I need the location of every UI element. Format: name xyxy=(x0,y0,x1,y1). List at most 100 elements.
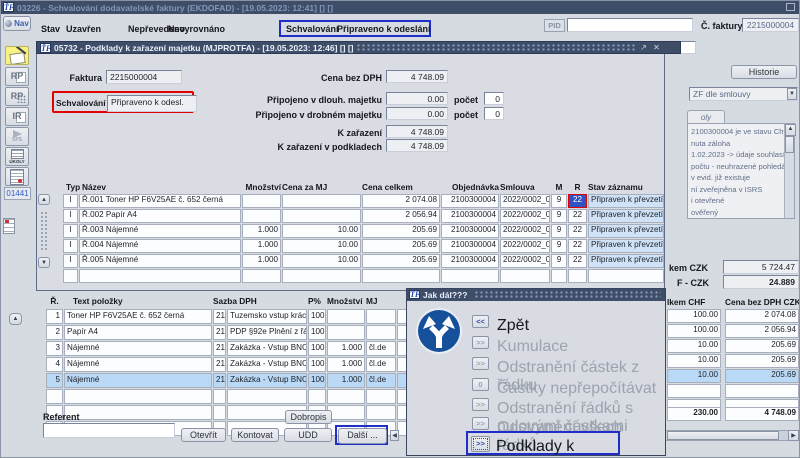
cell-empty[interactable] xyxy=(362,269,440,283)
cell[interactable]: 10.00 xyxy=(667,339,721,353)
nav-button[interactable]: Nav xyxy=(3,16,31,31)
cell[interactable]: 10.00 xyxy=(667,354,721,368)
cell[interactable]: 9 xyxy=(551,239,567,253)
cell[interactable]: 2 056.94 xyxy=(725,324,799,338)
cell[interactable]: Připraven k převzetí xyxy=(588,254,664,268)
cell-selected[interactable]: 5 xyxy=(46,373,63,388)
cell-empty[interactable] xyxy=(63,269,78,283)
cell[interactable] xyxy=(282,194,361,208)
scroll-right-icon[interactable]: ▶ xyxy=(788,430,799,441)
cell[interactable]: 2022/0002_01 xyxy=(500,194,550,208)
cell[interactable]: 2022/0002_01 xyxy=(500,224,550,238)
listbox-scrollbar[interactable]: ▲ xyxy=(784,124,794,218)
cell-empty[interactable] xyxy=(568,269,587,283)
rp-page-icon[interactable]: RP xyxy=(5,67,29,86)
cell[interactable]: 21 xyxy=(213,357,226,372)
back-button[interactable]: << xyxy=(472,315,489,328)
cell[interactable] xyxy=(327,325,365,340)
cell[interactable]: 1.000 xyxy=(242,239,281,253)
cell-empty[interactable] xyxy=(227,389,307,404)
podklady-button[interactable]: >> xyxy=(471,436,490,452)
cell-empty[interactable] xyxy=(308,389,326,404)
cell[interactable]: Ř.002 Papír A4 xyxy=(79,209,241,223)
cell-selected[interactable]: čl.de xyxy=(366,373,396,388)
cell-selected[interactable]: Zakázka - Vstup BNO xyxy=(227,373,307,388)
cell[interactable]: I xyxy=(63,254,78,268)
cell-empty[interactable] xyxy=(366,405,396,420)
cell-empty[interactable] xyxy=(327,389,365,404)
cell[interactable]: I xyxy=(63,239,78,253)
cell[interactable]: Nájemné xyxy=(64,357,212,372)
cell-empty[interactable] xyxy=(441,269,499,283)
odstraneni-vsech-button[interactable]: >> xyxy=(472,417,489,430)
cell[interactable]: Ř.004 Nájemné xyxy=(79,239,241,253)
cell-selected[interactable]: 21 xyxy=(213,373,226,388)
kontovat-button[interactable]: Kontovat xyxy=(231,428,279,442)
cell[interactable]: 1 xyxy=(46,309,63,324)
cell[interactable]: Ř.001 Toner HP F6V25AE č. 652 černá xyxy=(79,194,241,208)
cell[interactable]: 205.69 xyxy=(725,339,799,353)
cell-selected[interactable]: 205.69 xyxy=(725,369,799,383)
restore-icon[interactable]: ↗ xyxy=(638,42,649,53)
cell[interactable]: 100 xyxy=(308,341,326,356)
cell[interactable] xyxy=(366,325,396,340)
cell-selected[interactable]: 100 xyxy=(308,373,326,388)
cell[interactable]: PDP §92e Plnění z řádi xyxy=(227,325,307,340)
cell[interactable]: 205.69 xyxy=(362,224,440,238)
cell[interactable]: 100 xyxy=(308,309,326,324)
cell[interactable]: čl.de xyxy=(366,357,396,372)
lines-scroll-up-icon[interactable]: ▲ xyxy=(9,313,22,325)
cell[interactable]: 1.000 xyxy=(327,357,365,372)
pid-input[interactable] xyxy=(567,18,693,32)
cell[interactable]: 4 xyxy=(46,357,63,372)
cell[interactable]: 2100300004 xyxy=(441,209,499,223)
cell[interactable]: 100.00 xyxy=(667,324,721,338)
sps-send-icon[interactable]: SPS xyxy=(5,127,29,146)
cell[interactable]: Připraven k převzetí xyxy=(588,224,664,238)
cell[interactable]: 2 xyxy=(46,325,63,340)
cell-empty[interactable] xyxy=(282,269,361,283)
cell[interactable]: 100.00 xyxy=(667,309,721,323)
cell-empty[interactable] xyxy=(327,405,365,420)
cell-empty[interactable] xyxy=(588,269,664,283)
cell[interactable]: 1.000 xyxy=(327,341,365,356)
cell[interactable]: Připraven k převzetí xyxy=(588,239,664,253)
odstraneni-castek-button[interactable]: >> xyxy=(472,357,489,370)
historie-button[interactable]: Historie xyxy=(731,65,797,79)
cell[interactable]: 9 xyxy=(551,194,567,208)
cell[interactable] xyxy=(242,194,281,208)
cell-empty[interactable] xyxy=(79,269,241,283)
cell[interactable]: 22 xyxy=(568,224,587,238)
cell-empty[interactable] xyxy=(551,269,567,283)
document-stamp-icon[interactable] xyxy=(5,167,29,186)
pocet-dlouh-field[interactable]: 0 xyxy=(484,92,504,105)
cell[interactable]: 1.000 xyxy=(242,254,281,268)
cell-selected[interactable]: 22 xyxy=(568,194,587,208)
cell-empty[interactable] xyxy=(46,389,63,404)
cell-empty[interactable] xyxy=(366,389,396,404)
cell[interactable]: 2100300004 xyxy=(441,239,499,253)
cell[interactable]: 205.69 xyxy=(362,239,440,253)
udd-button[interactable]: UDD xyxy=(284,428,332,442)
items-scroll-grip[interactable] xyxy=(40,211,48,251)
restore-icon[interactable] xyxy=(786,3,795,11)
cell-empty[interactable] xyxy=(667,384,721,398)
cell[interactable]: 22 xyxy=(568,239,587,253)
cell[interactable]: 21 xyxy=(213,309,226,324)
odstraneni-nulovych-button[interactable]: >> xyxy=(472,398,489,411)
cell[interactable] xyxy=(366,309,396,324)
close-icon[interactable]: ✕ xyxy=(651,42,662,53)
cell[interactable]: 21 xyxy=(213,341,226,356)
dialog-titlebar[interactable]: ŤF Jak dál??? xyxy=(407,289,665,301)
cell[interactable]: 2 056.94 xyxy=(362,209,440,223)
protokoly-tab[interactable]: oly xyxy=(687,110,725,124)
cell[interactable]: 2100300004 xyxy=(441,254,499,268)
cell[interactable]: 2100300004 xyxy=(441,194,499,208)
cell[interactable]: Zakázka - Vstup BNO xyxy=(227,341,307,356)
messages-listbox[interactable]: 2100300004 je ve stavu Chybo nuta záloha… xyxy=(687,123,795,219)
cislo-faktury-field[interactable]: 2215000004 xyxy=(742,18,799,32)
cell-empty[interactable] xyxy=(242,269,281,283)
cell[interactable]: I xyxy=(63,194,78,208)
cell[interactable]: 10.00 xyxy=(282,224,361,238)
cell-selected[interactable]: 10.00 xyxy=(667,369,721,383)
